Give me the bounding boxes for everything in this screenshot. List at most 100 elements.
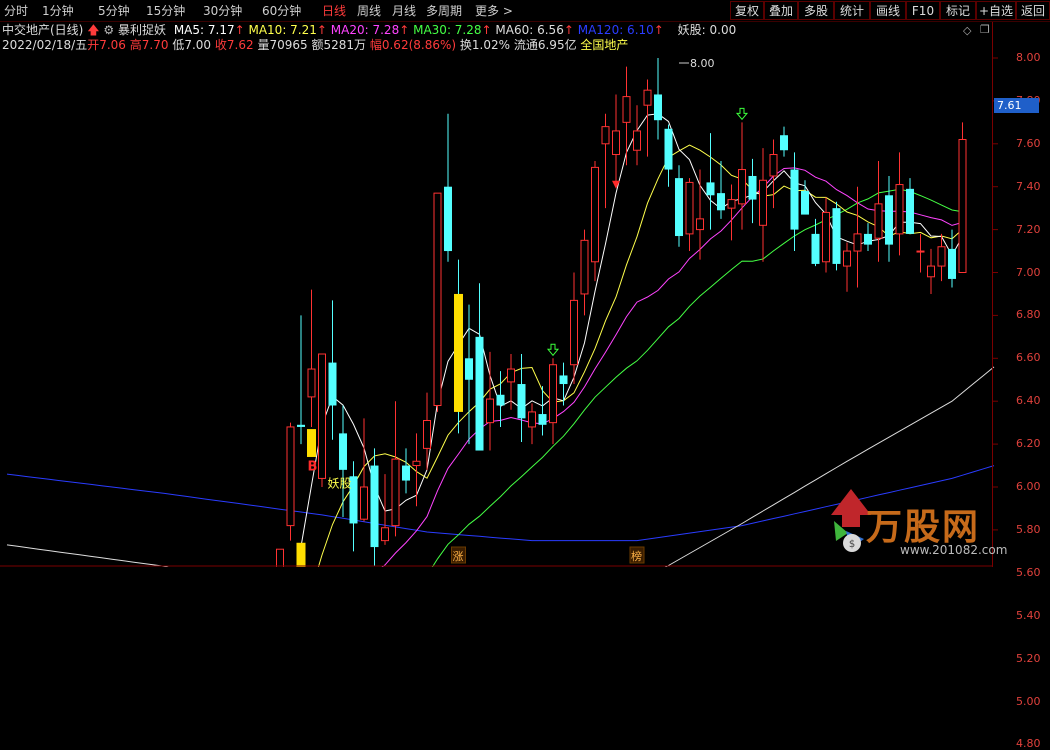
svg-text:$: $ [849, 539, 855, 550]
candle-body [276, 548, 284, 567]
candle-up [759, 148, 767, 262]
candle-down [885, 175, 893, 262]
candle-up [433, 192, 442, 412]
candle-down [370, 448, 379, 567]
indicator-name[interactable]: 暴利捉妖 [118, 23, 166, 37]
down-arrow-icon [735, 107, 749, 121]
price-tick-label: 6.60 [1016, 351, 1041, 365]
candle-body [370, 465, 379, 548]
ma30-value: MA30: 7.28 [413, 23, 482, 37]
ma20-value: MA20: 7.28 [330, 23, 400, 37]
candle-up [622, 66, 631, 166]
candle-body [612, 130, 620, 156]
quote-change: 幅0.62(8.86%) [369, 38, 457, 52]
ma120-value: MA120: 6.10 [577, 23, 654, 37]
candle-down [654, 58, 662, 140]
candle-up [822, 197, 830, 273]
candle-up [843, 242, 851, 292]
quote-close: 收7.62 [214, 38, 254, 52]
ma5-line [296, 113, 963, 567]
candle-body [916, 250, 925, 253]
quote-amount: 额5281万 [311, 38, 367, 52]
candle-up [696, 169, 704, 260]
candle-body [486, 398, 494, 424]
candle-down [465, 304, 473, 445]
candle-body [517, 384, 526, 419]
candle-down [349, 461, 358, 552]
candle-body [748, 175, 757, 200]
price-tick-label: 8.00 [1016, 51, 1041, 64]
ma5-up-icon: ↑ [234, 23, 245, 37]
ma5-value: MA5: 7.17 [173, 23, 235, 37]
stock-name: 中交地产(日线) [2, 23, 84, 37]
candle-up [318, 353, 326, 487]
yaogu-label: 妖股 [328, 477, 352, 491]
candle-body [643, 89, 652, 106]
candle-up [307, 289, 316, 427]
candlestick-chart[interactable]: BB妖股妖股 4.708.00涨榜 [0, 0, 1050, 567]
price-tick-label: 5.80 [1016, 522, 1041, 536]
candle-body [496, 394, 505, 406]
candle-up [507, 354, 515, 410]
bottom-mark-text: 涨 [453, 550, 464, 563]
settings-icon[interactable]: ⚙ [103, 23, 114, 37]
candle-body [769, 154, 778, 177]
candle-body [927, 265, 935, 278]
candle-body [444, 186, 452, 252]
candle-body [601, 126, 610, 145]
candle-body [895, 184, 904, 235]
candle-body [958, 139, 967, 273]
candle-down [496, 371, 505, 427]
candle-up [391, 401, 400, 537]
copy-icon[interactable]: ❐ [980, 23, 990, 36]
ma30-up-icon: ↑ [481, 23, 492, 37]
candle-down [906, 178, 914, 234]
candle-body [685, 181, 694, 235]
price-tick-label: 6.00 [1016, 480, 1041, 493]
candle-body [811, 233, 820, 264]
candle-down [748, 158, 757, 224]
quote-date: 2022/02/18/五 [2, 38, 88, 52]
red-arrow-icon [612, 180, 620, 189]
price-tick-label: 4.80 [1016, 737, 1041, 750]
candle-up [633, 105, 641, 166]
candle-body [591, 166, 599, 263]
candle-body [580, 239, 589, 295]
quote-sector[interactable]: 全国地产 [580, 38, 628, 52]
candle-body [696, 218, 704, 231]
candle-body [874, 203, 883, 239]
candle-up [769, 139, 778, 209]
candle-down [832, 201, 841, 271]
candle-up [528, 403, 536, 445]
buy-mark: B [308, 460, 318, 475]
price-tick-label: 7.60 [1016, 136, 1041, 150]
candle-body [654, 94, 662, 121]
price-tick-label: 7.20 [1016, 222, 1041, 236]
candle-up [549, 358, 557, 445]
price-tick-label: 5.00 [1016, 694, 1041, 708]
candle-body [286, 426, 295, 527]
candle-up [360, 418, 368, 522]
candle-body [832, 208, 841, 264]
candle-up [927, 248, 935, 294]
candle-body [822, 211, 830, 263]
candle-body [937, 246, 946, 267]
candle-body [328, 362, 337, 406]
watermark-url: www.201082.com [900, 543, 1008, 557]
candle-body [801, 190, 809, 215]
candle-body [412, 460, 421, 467]
candle-down [328, 300, 337, 440]
candle-down [297, 315, 305, 445]
down-arrow-icon [546, 343, 560, 357]
quote-open: 开7.06 [87, 38, 126, 52]
candle-up [895, 152, 904, 256]
candle-up [916, 233, 925, 273]
signal-bar [307, 429, 316, 457]
candle-down [339, 405, 347, 518]
price-tick-label: 6.40 [1016, 394, 1041, 408]
axis-separator [992, 22, 993, 567]
candle-up [286, 422, 295, 541]
candles [276, 58, 967, 567]
diamond-icon[interactable]: ◇ [963, 24, 971, 37]
signal-bar [454, 293, 463, 412]
